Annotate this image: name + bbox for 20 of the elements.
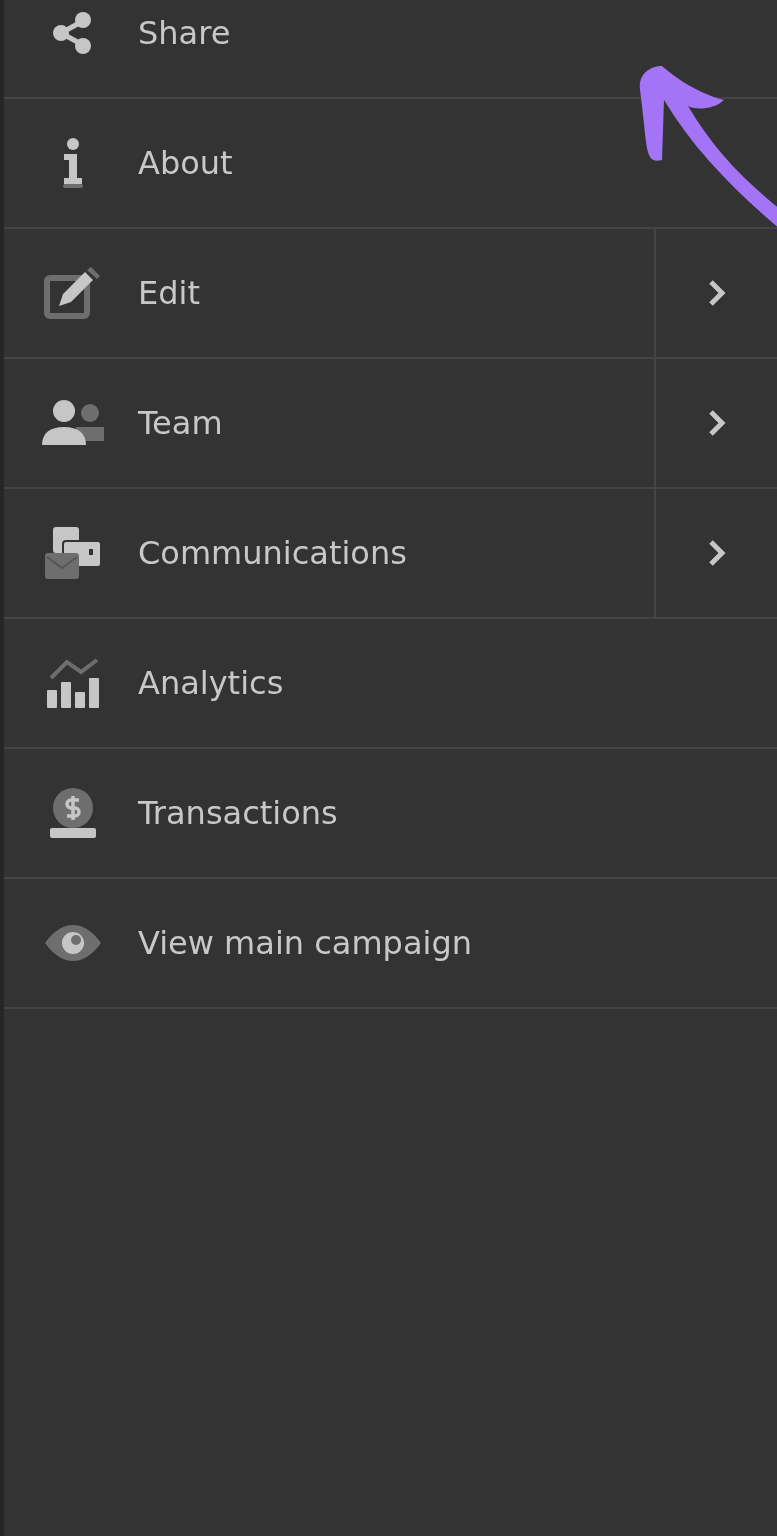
- menu-item-label: Communications: [138, 533, 407, 574]
- menu-item-label: About: [138, 143, 233, 184]
- menu-item-label: Analytics: [138, 663, 284, 704]
- menu-item[interactable]: Team: [4, 359, 654, 487]
- menu-item[interactable]: Analytics: [4, 619, 777, 747]
- menu-item[interactable]: View main campaign: [4, 879, 777, 1007]
- menu-item-label: View main campaign: [138, 923, 472, 964]
- menu-item[interactable]: Transactions: [4, 749, 777, 877]
- menu-item-label: Team: [138, 403, 223, 444]
- menu-item[interactable]: Edit: [4, 229, 654, 357]
- chat-mail-icon: [43, 525, 103, 581]
- people-icon: [40, 399, 106, 447]
- menu-item[interactable]: Communications: [4, 489, 654, 617]
- menu-item-label: Edit: [138, 273, 200, 314]
- eye-icon: [43, 925, 103, 961]
- pencil-square-icon: [43, 266, 103, 320]
- menu-item[interactable]: Share: [4, 0, 777, 97]
- menu-item[interactable]: About: [4, 99, 777, 227]
- menu-item-label: Share: [138, 13, 231, 54]
- menu-item-label: Transactions: [138, 793, 338, 834]
